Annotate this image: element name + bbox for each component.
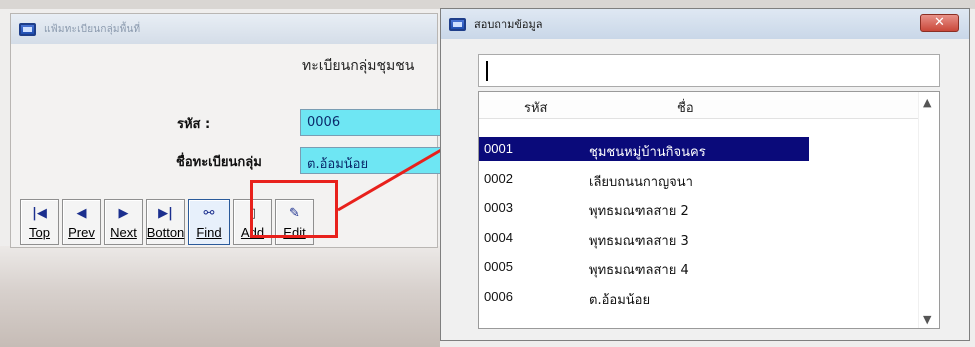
row-code: 0001 [484,141,513,156]
background-band [0,246,440,347]
table-row[interactable]: 0002 เลียบถนนกาญจนา [479,167,809,191]
bottom-button[interactable]: ▶| Botton [146,199,185,245]
table-row[interactable]: 0004 พุทธมณฑลสาย 3 [479,226,809,250]
next-button[interactable]: ▶ Next [104,199,143,245]
scroll-down-icon[interactable]: ▼ [923,313,931,326]
column-header-name[interactable]: ชื่อ [677,97,694,118]
bottom-button-label: Botton [146,225,185,240]
code-field[interactable]: 0006 [300,109,460,136]
next-record-icon: ▶ [118,206,129,221]
main-window-title: แฟ้มทะเบียนกลุ่มพื้นที่ [44,23,141,35]
search-input[interactable] [478,54,940,87]
dialog-title: สอบถามข้อมูล [474,18,543,31]
window-app-icon [19,22,36,36]
top-button-label: Top [29,225,50,240]
text-cursor [486,61,488,81]
close-icon: ✕ [934,15,945,30]
scroll-up-icon[interactable]: ▲ [923,96,931,109]
prev-button-label: Prev [68,225,95,240]
group-name-field[interactable]: ต.อ้อมน้อย [300,147,460,174]
code-label: รหัส : [177,117,211,132]
next-button-label: Next [110,225,137,240]
close-button[interactable]: ✕ [920,14,959,32]
row-name: ต.อ้อมน้อย [589,293,651,308]
top-button[interactable]: |◀ Top [20,199,59,245]
find-button-label: Find [196,225,222,240]
dialog-titlebar[interactable]: สอบถามข้อมูล ✕ [441,9,969,39]
table-row[interactable]: 0001 ชุมชนหมู่บ้านกิจนคร [479,137,809,161]
row-code: 0004 [484,230,513,245]
group-name-label: ชื่อทะเบียนกลุ่ม [176,155,262,170]
row-name: ชุมชนหมู่บ้านกิจนคร [589,145,706,160]
table-row[interactable]: 0006 ต.อ้อมน้อย [479,285,809,309]
row-code: 0006 [484,289,513,304]
find-highlight-box [250,180,338,238]
row-code: 0003 [484,200,513,215]
table-row[interactable]: 0003 พุทธมณฑลสาย 2 [479,196,809,220]
row-code: 0005 [484,259,513,274]
previous-record-icon: ◀ [76,206,87,221]
row-code: 0002 [484,171,513,186]
form-heading: ทะเบียนกลุ่มชุมชน [302,58,415,74]
first-record-icon: |◀ [32,206,47,221]
table-row[interactable]: 0005 พุทธมณฑลสาย 4 [479,255,809,279]
column-header-code[interactable]: รหัส [524,97,548,118]
grid-header: รหัส ชื่อ [479,92,919,119]
main-window-titlebar[interactable]: แฟ้มทะเบียนกลุ่มพื้นที่ [11,14,437,44]
lookup-dialog: สอบถามข้อมูล ✕ รหัส ชื่อ 0001 ชุมชนหมู่บ… [440,8,970,341]
prev-button[interactable]: ◀ Prev [62,199,101,245]
binoculars-icon: ⚯ [203,206,215,221]
last-record-icon: ▶| [158,206,173,221]
row-name: เลียบถนนกาญจนา [589,175,693,190]
vertical-scrollbar[interactable]: ▲ ▼ [918,92,939,328]
row-name: พุทธมณฑลสาย 4 [589,263,689,278]
dialog-app-icon [449,17,466,31]
results-grid[interactable]: รหัส ชื่อ 0001 ชุมชนหมู่บ้านกิจนคร 0002 … [478,91,940,329]
main-window: แฟ้มทะเบียนกลุ่มพื้นที่ ทะเบียนกลุ่มชุมช… [10,13,460,248]
find-button[interactable]: ⚯ Find [188,199,230,245]
row-name: พุทธมณฑลสาย 2 [589,204,689,219]
row-name: พุทธมณฑลสาย 3 [589,234,689,249]
